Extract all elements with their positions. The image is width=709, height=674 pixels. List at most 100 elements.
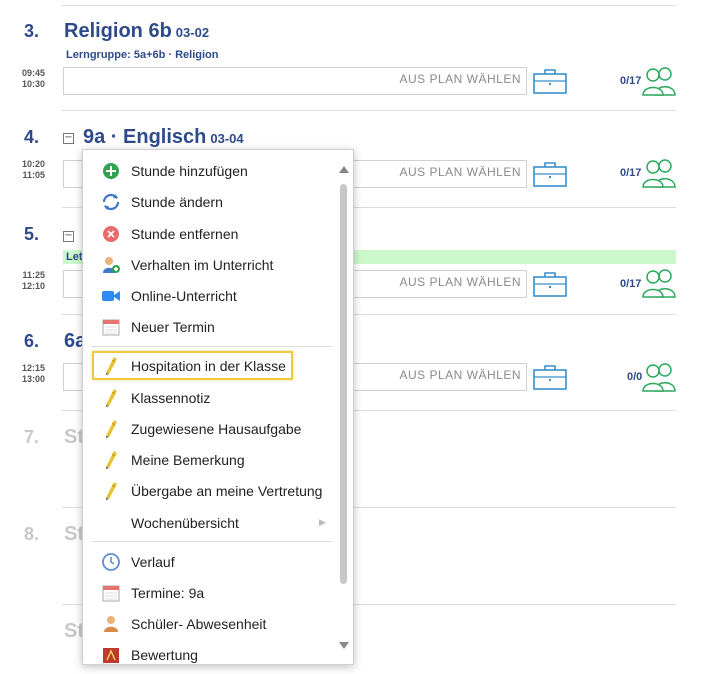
- lesson-title-text: 9a · Englisch: [83, 126, 207, 148]
- lesson-title[interactable]: St: [64, 523, 84, 546]
- menu-item-label: Übergabe an meine Vertretung: [131, 483, 323, 499]
- collapse-icon[interactable]: −: [63, 231, 74, 242]
- plan-select-label: AUS PLAN WÄHLEN: [399, 72, 521, 86]
- attendance-count: 0/17: [620, 167, 642, 179]
- menu-item-remove-lesson[interactable]: Stunde entfernen: [83, 220, 333, 248]
- people-icon[interactable]: [641, 362, 677, 392]
- lesson-number: 6.: [24, 331, 40, 351]
- lesson-number: 7.: [24, 427, 40, 447]
- lesson-number: 4.: [24, 127, 40, 147]
- briefcase-icon[interactable]: [533, 271, 567, 297]
- briefcase-icon[interactable]: [533, 68, 567, 94]
- scrollbar-thumb[interactable]: [340, 184, 347, 584]
- menu-item-edit-lesson[interactable]: Stunde ändern: [83, 188, 333, 216]
- attendance-count: 0/17: [620, 278, 642, 290]
- time-end: 11:05: [22, 170, 45, 180]
- menu-item-label: Verhalten im Unterricht: [131, 257, 274, 273]
- briefcase-icon[interactable]: [533, 161, 567, 187]
- time-start: 11:25: [22, 270, 45, 280]
- grade-icon: [103, 648, 119, 663]
- menu-item-label: Hospitation in der Klasse: [131, 358, 286, 374]
- video-camera-icon: [102, 291, 120, 301]
- person-behavior-icon: [103, 257, 120, 273]
- menu-scrollbar[interactable]: [337, 160, 351, 654]
- context-menu: Stunde hinzufügen Stunde ändern Stunde e…: [82, 149, 354, 665]
- pencil-icon: [106, 482, 117, 500]
- time-start: 12:15: [21, 363, 45, 373]
- calendar-icon: [102, 585, 120, 602]
- menu-item-label: Meine Bemerkung: [131, 452, 245, 468]
- room-code: 03-02: [175, 25, 210, 40]
- menu-item-appointments[interactable]: Termine: 9a: [83, 579, 333, 607]
- pencil-icon: [106, 357, 117, 375]
- attendance-count: 0/17: [620, 75, 642, 87]
- plan-select-label: AUS PLAN WÄHLEN: [399, 165, 521, 179]
- remove-circle-icon: [103, 226, 119, 242]
- people-icon[interactable]: [641, 66, 677, 96]
- menu-item-assigned-homework[interactable]: Zugewiesene Hausaufgabe: [83, 415, 333, 443]
- briefcase-icon[interactable]: [533, 364, 567, 390]
- pencil-icon: [106, 420, 117, 438]
- menu-item-label: Stunde ändern: [131, 194, 223, 210]
- lesson-title-text: Religion 6b: [64, 20, 172, 42]
- menu-separator: [91, 541, 333, 542]
- lesson-number: 3.: [24, 21, 40, 41]
- menu-item-grading[interactable]: Bewertung: [83, 641, 333, 664]
- lesson-title[interactable]: Religion 6b 03-02: [64, 20, 209, 43]
- lesson-title[interactable]: St: [64, 620, 84, 643]
- time-end: 10:30: [21, 79, 45, 89]
- plan-select-label: AUS PLAN WÄHLEN: [399, 275, 521, 289]
- lesson-time: 09:45 10:30: [19, 68, 45, 90]
- menu-item-handover-substitute[interactable]: Übergabe an meine Vertretung: [83, 477, 333, 505]
- plus-circle-icon: [103, 163, 119, 179]
- menu-item-class-observation[interactable]: Hospitation in der Klasse: [83, 351, 333, 380]
- menu-item-add-lesson[interactable]: Stunde hinzufügen: [83, 157, 333, 185]
- plan-select-label: AUS PLAN WÄHLEN: [399, 368, 521, 382]
- scroll-down-icon[interactable]: [339, 642, 349, 649]
- menu-item-label: Neuer Termin: [131, 319, 215, 335]
- menu-item-class-note[interactable]: Klassennotiz: [83, 384, 333, 412]
- menu-item-label: Stunde entfernen: [131, 226, 239, 242]
- student-icon: [104, 616, 118, 632]
- lesson-title[interactable]: 9a · Englisch 03-04: [83, 126, 244, 149]
- attendance-count: 0/0: [627, 371, 643, 383]
- lesson-group-label: Lerngruppe: 5a+6b · Religion: [66, 49, 219, 61]
- time-end: 13:00: [21, 374, 45, 384]
- time-start: 09:45: [21, 68, 45, 78]
- pencil-icon: [106, 389, 117, 407]
- menu-item-week-overview[interactable]: Wochenübersicht ▶: [83, 509, 333, 537]
- menu-item-online-lesson[interactable]: Online-Unterricht: [83, 282, 333, 310]
- collapse-icon[interactable]: −: [63, 133, 74, 144]
- people-icon[interactable]: [641, 158, 677, 188]
- menu-item-history[interactable]: Verlauf: [83, 548, 333, 576]
- menu-separator: [91, 346, 333, 347]
- calendar-icon: [102, 319, 120, 336]
- menu-item-my-remark[interactable]: Meine Bemerkung: [83, 446, 333, 474]
- menu-item-label: Online-Unterricht: [131, 288, 237, 304]
- lesson-time: 10:20 11:05: [19, 159, 45, 181]
- menu-item-label: Zugewiesene Hausaufgabe: [131, 421, 302, 437]
- pencil-icon: [106, 451, 117, 469]
- lesson-time: 11:25 12:10: [19, 270, 45, 292]
- menu-item-label: Termine: 9a: [131, 585, 205, 601]
- lesson-number: 5.: [24, 224, 40, 244]
- menu-item-label: Verlauf: [131, 554, 175, 570]
- plan-select-field[interactable]: AUS PLAN WÄHLEN: [63, 67, 527, 95]
- menu-item-label: Klassennotiz: [131, 390, 211, 406]
- menu-item-label: Schüler- Abwesenheit: [131, 616, 267, 632]
- lesson-time: 12:15 13:00: [19, 363, 45, 385]
- menu-item-behavior[interactable]: Verhalten im Unterricht: [83, 251, 333, 279]
- divider: [62, 5, 676, 6]
- room-code: 03-04: [210, 131, 244, 146]
- scroll-up-icon[interactable]: [339, 166, 349, 173]
- submenu-arrow-icon: ▶: [319, 517, 326, 527]
- menu-item-student-absence[interactable]: Schüler- Abwesenheit: [83, 610, 333, 638]
- lesson-title[interactable]: St: [64, 426, 84, 449]
- menu-item-new-appointment[interactable]: Neuer Termin: [83, 313, 333, 341]
- divider: [62, 110, 676, 111]
- menu-item-label: Bewertung: [131, 647, 198, 663]
- menu-item-label: Wochenübersicht: [131, 515, 239, 531]
- time-start: 10:20: [21, 159, 45, 169]
- people-icon[interactable]: [641, 268, 677, 298]
- time-end: 12:10: [21, 281, 45, 291]
